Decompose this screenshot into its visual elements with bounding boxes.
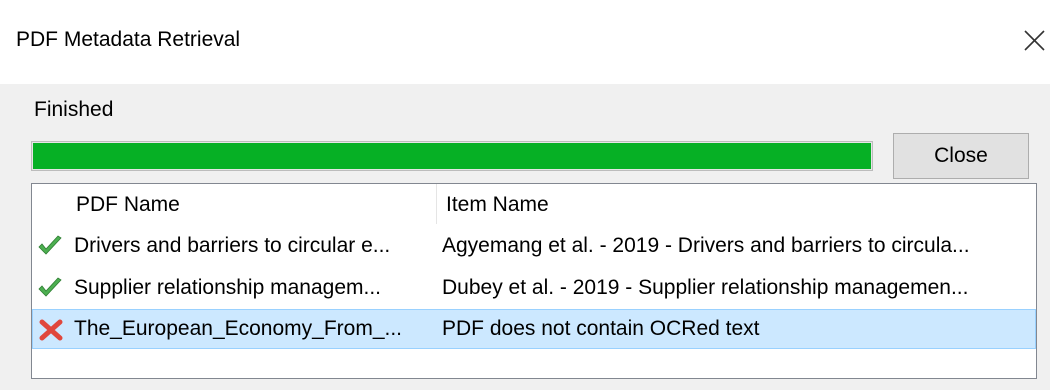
table-row[interactable]: The_European_Economy_From_... PDF does n… xyxy=(32,309,1036,349)
column-divider[interactable] xyxy=(436,184,437,224)
close-window-icon[interactable] xyxy=(1018,24,1048,54)
results-list[interactable]: PDF Name Item Name Drivers and barriers … xyxy=(31,183,1037,379)
column-header-item-name[interactable]: Item Name xyxy=(446,193,549,217)
list-header: PDF Name Item Name xyxy=(32,184,1036,224)
pdf-name-cell: Supplier relationship managem... xyxy=(74,276,382,299)
pdf-name-cell: The_European_Economy_From_... xyxy=(74,317,403,340)
error-x-icon xyxy=(39,319,63,341)
table-row[interactable]: Supplier relationship managem... Dubey e… xyxy=(32,268,1036,308)
item-name-cell: Dubey et al. - 2019 - Supplier relations… xyxy=(442,276,969,299)
pdf-name-cell: Drivers and barriers to circular e... xyxy=(74,234,391,257)
progress-bar xyxy=(31,141,873,171)
check-icon xyxy=(38,277,62,297)
check-icon xyxy=(38,235,62,255)
item-name-cell: PDF does not contain OCRed text xyxy=(442,317,760,340)
progress-fill xyxy=(33,143,871,169)
close-button[interactable]: Close xyxy=(893,133,1029,179)
dialog-window: PDF Metadata Retrieval Finished Close PD… xyxy=(0,0,1050,390)
window-title: PDF Metadata Retrieval xyxy=(16,28,241,51)
item-name-cell: Agyemang et al. - 2019 - Drivers and bar… xyxy=(442,234,970,257)
status-label: Finished xyxy=(34,98,114,121)
column-header-pdf-name[interactable]: PDF Name xyxy=(76,193,180,217)
table-row[interactable]: Drivers and barriers to circular e... Ag… xyxy=(32,226,1036,266)
title-bar: PDF Metadata Retrieval xyxy=(0,0,1050,84)
